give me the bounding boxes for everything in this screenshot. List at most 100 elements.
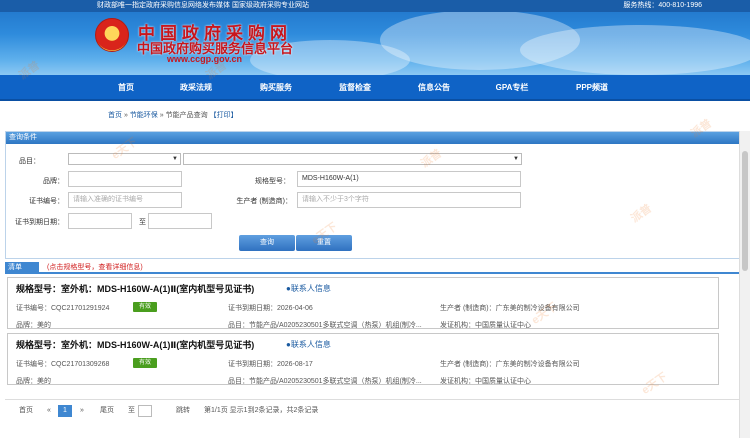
cert-no-input[interactable]: 请输入准确的证书编号 (68, 192, 182, 208)
scrollbar-thumb[interactable] (742, 151, 748, 271)
nav-gpa[interactable]: GPA专栏 (472, 75, 552, 101)
expiry-label: 证书到期日期： (15, 219, 64, 226)
contact-info-link[interactable]: ●联系人信息 (286, 339, 331, 350)
list-tip: (点击规格型号，查看详细信息) (47, 264, 143, 271)
field-value: 中国质量认证中心 (475, 322, 531, 329)
field-value: 广东美的制冷设备有限公司 (495, 305, 580, 312)
category-label: 品目： (19, 158, 40, 165)
result-category: 品目：节能产品/A0205230501多联式空调（热泵）机组(制冷... (228, 376, 422, 386)
result-cert-no: 证书编号：CQC21701309268 (16, 359, 109, 369)
nav-ppp[interactable]: PPP频道 (552, 75, 632, 101)
model-label: 规格型号： (255, 178, 290, 185)
category-select-primary[interactable]: ▼ (68, 153, 181, 165)
page-current[interactable]: 1 (58, 405, 72, 417)
result-issuer: 发证机构：中国质量认证中心 (440, 376, 531, 386)
field-label: 证书到期日期： (228, 361, 277, 368)
page-last[interactable]: 尾页 (100, 405, 114, 417)
nav-home[interactable]: 首页 (86, 75, 166, 101)
result-brand: 品牌：美的 (16, 320, 51, 330)
model-input[interactable]: MDS-H160W-A(1) (297, 171, 521, 187)
expiry-from-input[interactable] (68, 213, 132, 229)
field-value: CQC21701291924 (51, 305, 110, 312)
result-model-link[interactable]: 室外机：MDS-H160W-A(1)Ⅱ(室内机型号见证书) (61, 340, 254, 350)
site-slogan: 财政部唯一指定政府采购信息网络发布媒体 国家级政府采购专业网站 (97, 2, 309, 9)
expiry-to-input[interactable] (148, 213, 212, 229)
reset-button[interactable]: 重置 (296, 235, 352, 251)
field-label: 证书到期日期： (228, 305, 277, 312)
brand-label: 品牌： (43, 178, 64, 185)
nav-announcements[interactable]: 信息公告 (394, 75, 474, 101)
nav-regulations[interactable]: 政采法规 (156, 75, 236, 101)
page-info: 第1/1页 显示1到2条记录，共2条记录 (204, 407, 319, 414)
field-value: CQC21701309268 (51, 361, 110, 368)
cloud-decoration (520, 25, 750, 75)
query-panel: 查询条件 品目： ▼ ▼ 品牌： 规格型号： MDS-H160W-A(1) 证书… (5, 131, 745, 259)
list-tab: 清单 (5, 262, 39, 274)
result-card: 规格型号：室外机：MDS-H160W-A(1)Ⅱ(室内机型号见证书) ●联系人信… (7, 333, 719, 385)
contact-info-label[interactable]: 联系人信息 (291, 284, 331, 293)
status-badge: 有效 (133, 358, 158, 368)
status-badge: 有效 (133, 302, 158, 312)
breadcrumb-current: 节能产品查询 (165, 112, 208, 119)
search-button[interactable]: 查询 (239, 235, 295, 251)
query-panel-title: 查询条件 (6, 132, 744, 144)
nav-supervision[interactable]: 监督检查 (315, 75, 395, 101)
field-label: 证书编号： (16, 305, 51, 312)
field-label: 生产者 (制造商)： (440, 361, 496, 368)
field-value: 中国质量认证中心 (475, 378, 531, 385)
result-cert-no: 证书编号：CQC21701291924 (16, 303, 109, 313)
national-emblem-icon[interactable] (95, 18, 129, 52)
result-title[interactable]: 规格型号：室外机：MDS-H160W-A(1)Ⅱ(室内机型号见证书) (16, 282, 254, 295)
site-url: www.ccgp.gov.cn (167, 54, 243, 64)
goto-page-input[interactable] (138, 405, 152, 417)
page-next[interactable]: » (80, 405, 84, 417)
field-label: 证书编号： (16, 361, 51, 368)
chevron-down-icon: ▼ (172, 156, 178, 162)
field-value: 节能产品/A0205230501多联式空调（热泵）机组(制冷... (249, 378, 422, 385)
result-title[interactable]: 规格型号：室外机：MDS-H160W-A(1)Ⅱ(室内机型号见证书) (16, 338, 254, 351)
field-value: 节能产品/A0205230501多联式空调（热泵）机组(制冷... (249, 322, 422, 329)
field-label: 发证机构： (440, 322, 475, 329)
field-label: 生产者 (制造商)： (440, 305, 496, 312)
result-model-label: 规格型号： (16, 340, 62, 350)
nav-services[interactable]: 购买服务 (236, 75, 316, 101)
result-expiry: 证书到期日期：2026-04-06 (228, 303, 313, 313)
field-value: 美的 (37, 378, 51, 385)
field-label: 品牌： (16, 378, 37, 385)
result-brand: 品牌：美的 (16, 376, 51, 386)
page-first[interactable]: 首页 (19, 405, 33, 417)
result-maker: 生产者 (制造商)：广东美的制冷设备有限公司 (440, 359, 580, 369)
chevron-down-icon: ▼ (513, 156, 519, 162)
list-header: 清单 (点击规格型号，查看详细信息) (5, 262, 745, 274)
category-select-secondary[interactable]: ▼ (183, 153, 522, 165)
top-info-bar: 财政部唯一指定政府采购信息网络发布媒体 国家级政府采购专业网站 服务热线：400… (0, 0, 750, 12)
result-card: 规格型号：室外机：MDS-H160W-A(1)Ⅱ(室内机型号见证书) ●联系人信… (7, 277, 719, 329)
result-maker: 生产者 (制造商)：广东美的制冷设备有限公司 (440, 303, 580, 313)
print-link[interactable]: 【打印】 (210, 112, 238, 119)
maker-label: 生产者 (制造商)： (236, 198, 292, 205)
field-label: 品牌： (16, 322, 37, 329)
field-label: 品目： (228, 378, 249, 385)
result-issuer: 发证机构：中国质量认证中心 (440, 320, 531, 330)
pagination: 首页 « 1 » 尾页 至 跳转 第1/1页 显示1到2条记录，共2条记录 (5, 399, 745, 421)
breadcrumb-home[interactable]: 首页 (108, 112, 122, 119)
main-nav: 首页 政采法规 购买服务 监督检查 信息公告 GPA专栏 PPP频道 (0, 75, 750, 101)
field-label: 发证机构： (440, 378, 475, 385)
breadcrumb: 首页 » 节能环保 » 节能产品查询 【打印】 (108, 110, 238, 120)
page-prev[interactable]: « (47, 405, 51, 417)
breadcrumb-separator: » (123, 112, 128, 119)
field-label: 品目： (228, 322, 249, 329)
cert-no-label: 证书编号： (29, 198, 64, 205)
result-model-link[interactable]: 室外机：MDS-H160W-A(1)Ⅱ(室内机型号见证书) (61, 284, 254, 294)
maker-input[interactable]: 请输入不少于3个字符 (297, 192, 521, 208)
field-value: 2026-08-17 (277, 361, 313, 368)
field-value: 2026-04-06 (277, 305, 313, 312)
result-category: 品目：节能产品/A0205230501多联式空调（热泵）机组(制冷... (228, 320, 422, 330)
breadcrumb-separator: » (159, 112, 164, 119)
brand-input[interactable] (68, 171, 182, 187)
breadcrumb-category[interactable]: 节能环保 (130, 112, 158, 119)
jump-button[interactable]: 跳转 (176, 405, 190, 417)
scrollbar[interactable] (739, 131, 750, 438)
contact-info-link[interactable]: ●联系人信息 (286, 283, 331, 294)
contact-info-label[interactable]: 联系人信息 (291, 340, 331, 349)
